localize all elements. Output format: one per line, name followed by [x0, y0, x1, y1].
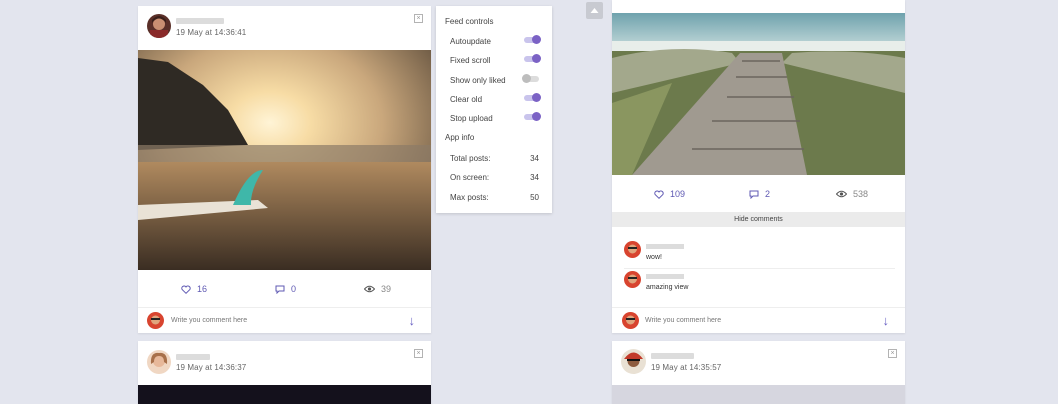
post-header: 19 May at 14:36:41 ×: [138, 6, 431, 50]
comment-input-area: Write you comment here ↓: [612, 307, 905, 334]
toggle-row-autoupdate[interactable]: Autoupdate: [450, 35, 541, 47]
post-card: 19 May at 14:36:37 ×: [138, 341, 431, 404]
send-icon[interactable]: ↓: [883, 313, 890, 328]
toggle-label: Show only liked: [450, 76, 506, 85]
info-value: 34: [530, 154, 539, 163]
autoupdate-toggle[interactable]: [524, 35, 541, 44]
eye-icon: [364, 285, 375, 293]
comment-input[interactable]: Write you comment here: [645, 317, 721, 324]
comments[interactable]: 0: [275, 271, 296, 307]
heart-icon: [181, 285, 191, 294]
views-count: 538: [853, 189, 869, 199]
close-icon[interactable]: ×: [414, 14, 423, 23]
comment-text: amazing view: [646, 284, 689, 291]
comment-icon: [275, 285, 285, 294]
post-image[interactable]: [138, 385, 431, 404]
show-only-liked-toggle[interactable]: [522, 74, 539, 83]
post-date: 19 May at 14:36:41: [176, 28, 247, 37]
username-placeholder: [176, 354, 210, 360]
post-date: 19 May at 14:35:57: [651, 363, 722, 372]
info-row-total-posts: Total posts: 34: [450, 152, 539, 164]
info-value: 50: [530, 193, 539, 202]
avatar: [624, 271, 641, 288]
likes-count: 16: [197, 284, 208, 294]
likes[interactable]: 109: [654, 176, 685, 212]
stop-upload-toggle[interactable]: [524, 112, 541, 121]
toggle-label: Autoupdate: [450, 37, 491, 46]
views-count: 39: [381, 284, 392, 294]
app-info-title: App info: [445, 133, 475, 142]
avatar[interactable]: [147, 14, 171, 38]
comments-count: 0: [291, 284, 297, 294]
likes-count: 109: [670, 189, 686, 199]
post-stats: 109 2 538: [612, 176, 905, 212]
post-date: 19 May at 14:36:37: [176, 363, 247, 372]
info-row-max-posts: Max posts: 50: [450, 191, 539, 203]
info-row-on-screen: On screen: 34: [450, 171, 539, 183]
info-label: On screen:: [450, 173, 490, 182]
post-stats: 16 0 39: [138, 271, 431, 307]
comment-item: amazing view: [624, 268, 895, 298]
post-image[interactable]: [612, 13, 905, 175]
feed-controls-panel: Feed controls Autoupdate Fixed scroll Sh…: [436, 6, 552, 213]
comment-icon: [749, 190, 759, 199]
views: 538: [836, 176, 868, 212]
toggle-knob: [532, 35, 541, 44]
post-image[interactable]: [138, 50, 431, 270]
avatar[interactable]: [147, 350, 171, 374]
comment-item: wow!: [624, 238, 895, 269]
send-icon[interactable]: ↓: [409, 313, 416, 328]
toggle-knob: [522, 74, 531, 83]
close-icon[interactable]: ×: [414, 349, 423, 358]
toggle-knob: [532, 112, 541, 121]
toggle-label: Stop upload: [450, 114, 493, 123]
avatar: [622, 312, 639, 329]
toggle-label: Clear old: [450, 95, 483, 104]
post-image[interactable]: [612, 385, 905, 404]
info-value: 34: [530, 173, 539, 182]
toggle-label: Fixed scroll: [450, 56, 491, 65]
post-header: 19 May at 14:36:37 ×: [138, 341, 431, 385]
info-label: Max posts:: [450, 193, 489, 202]
comments-count: 2: [765, 189, 771, 199]
avatar: [147, 312, 164, 329]
views: 39: [364, 271, 391, 307]
toggle-knob: [532, 54, 541, 63]
toggle-row-clear-old[interactable]: Clear old: [450, 93, 541, 105]
toggle-row-fixed-scroll[interactable]: Fixed scroll: [450, 54, 541, 66]
toggle-row-show-only-liked[interactable]: Show only liked: [450, 74, 539, 86]
post-card: 19 May at 14:35:57 ×: [612, 341, 905, 404]
toggle-knob: [532, 93, 541, 102]
avatar: [624, 241, 641, 258]
toggle-row-stop-upload[interactable]: Stop upload: [450, 112, 541, 124]
comment-text: wow!: [646, 254, 662, 261]
post-card: 109 2 538 Hide comments wow! amazing vie…: [612, 0, 905, 333]
username-placeholder: [651, 353, 694, 359]
username-placeholder: [176, 18, 224, 24]
eye-icon: [836, 190, 847, 198]
avatar[interactable]: [621, 349, 646, 374]
info-label: Total posts:: [450, 154, 491, 163]
username-placeholder: [646, 274, 684, 279]
comment-input-area: Write you comment here ↓: [138, 307, 431, 334]
post-header: 19 May at 14:35:57 ×: [612, 341, 905, 385]
comment-input[interactable]: Write you comment here: [171, 317, 247, 324]
scroll-top-button[interactable]: [586, 2, 603, 19]
feed-controls-title: Feed controls: [445, 17, 494, 26]
heart-icon: [654, 190, 664, 199]
post-card: 19 May at 14:36:41 × 16 0 39 Write you c…: [138, 6, 431, 333]
likes[interactable]: 16: [181, 271, 207, 307]
fixed-scroll-toggle[interactable]: [524, 54, 541, 63]
comments[interactable]: 2: [749, 176, 770, 212]
username-placeholder: [646, 244, 684, 249]
clear-old-toggle[interactable]: [524, 93, 541, 102]
hide-comments-button[interactable]: Hide comments: [612, 212, 905, 227]
close-icon[interactable]: ×: [888, 349, 897, 358]
caret-up-icon: [590, 8, 599, 13]
